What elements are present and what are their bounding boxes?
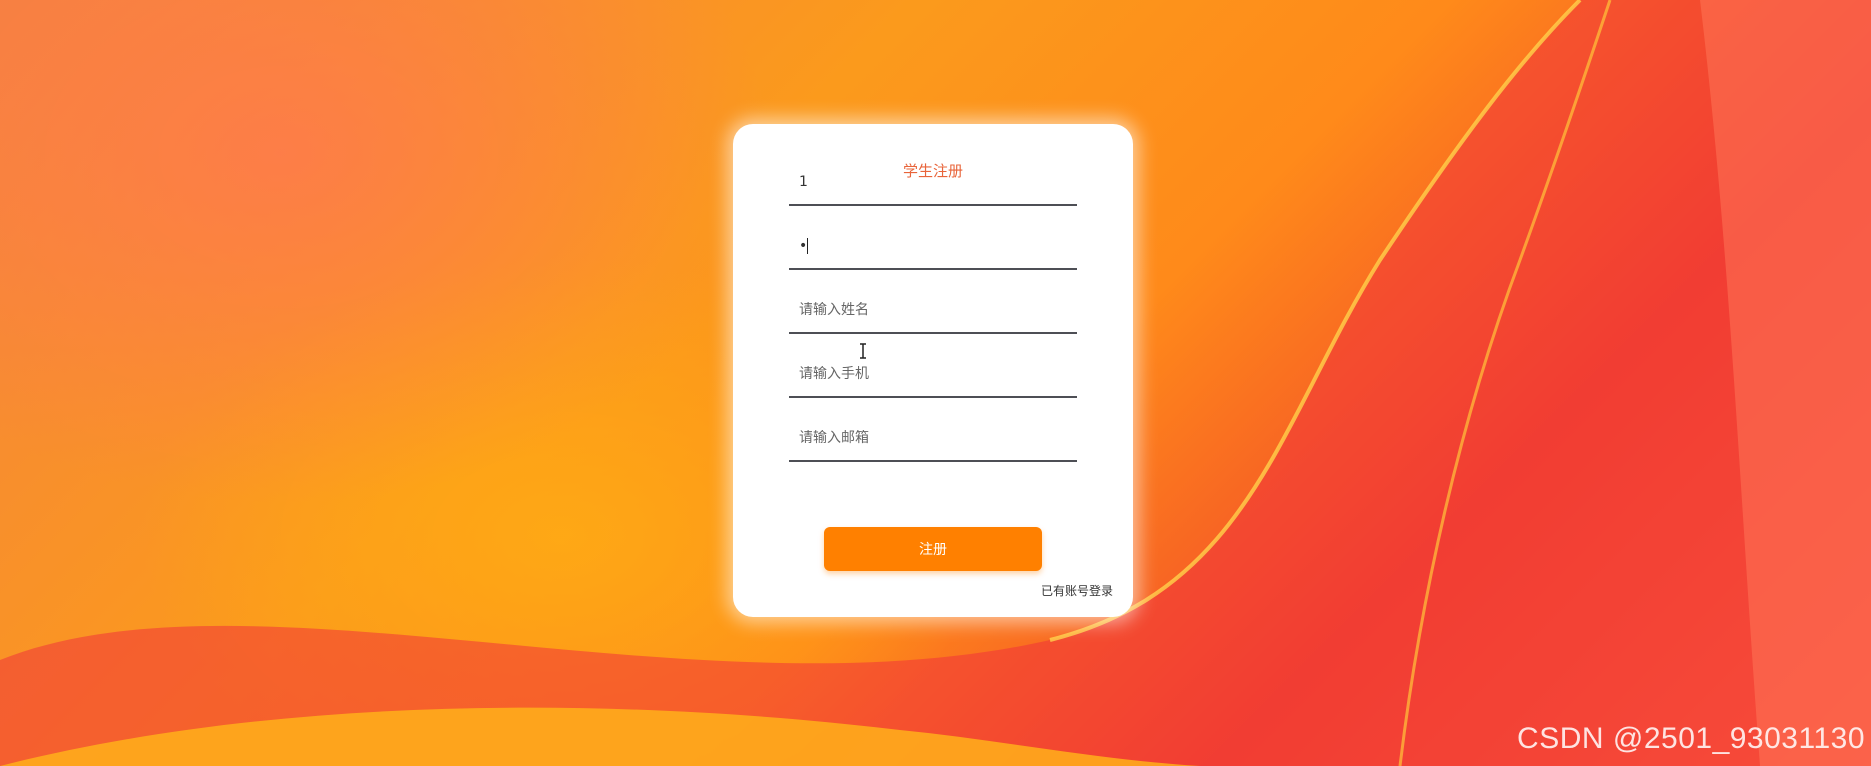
register-button[interactable]: 注册 [824, 527, 1042, 571]
login-link[interactable]: 已有账号登录 [1041, 582, 1113, 599]
username-field[interactable] [789, 164, 1077, 206]
name-input[interactable] [799, 302, 1067, 318]
text-cursor-icon [860, 343, 866, 359]
name-field[interactable] [789, 292, 1077, 334]
email-input[interactable] [799, 430, 1067, 446]
password-field[interactable] [789, 228, 1077, 270]
text-caret [807, 238, 808, 254]
email-field[interactable] [789, 420, 1077, 462]
phone-input[interactable] [799, 366, 1067, 382]
watermark-text: CSDN @2501_93031130 [1517, 722, 1865, 755]
phone-field[interactable] [789, 356, 1077, 398]
password-input[interactable] [799, 238, 1067, 254]
register-card: 学生注册 注册 已有账号登录 [733, 124, 1133, 617]
username-input[interactable] [799, 174, 1067, 190]
